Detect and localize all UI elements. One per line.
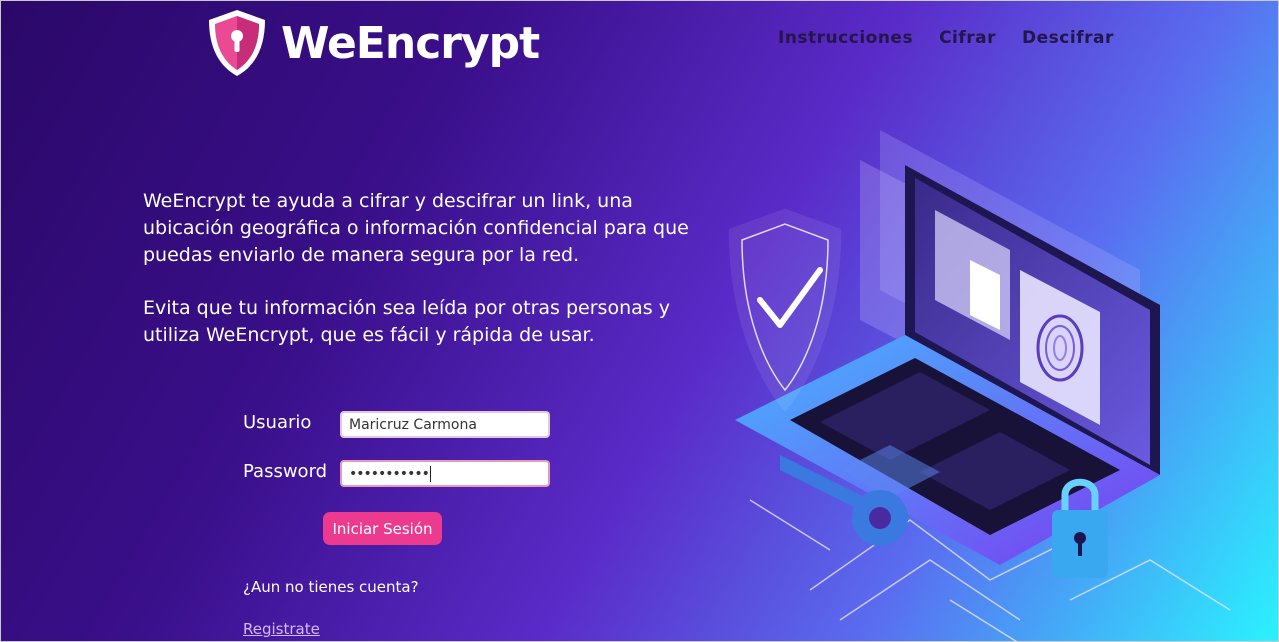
shield-keyhole-icon <box>209 10 265 76</box>
register-link[interactable]: Registrate <box>243 620 320 638</box>
nav-item-descifrar[interactable]: Descifrar <box>1022 28 1114 48</box>
password-input-value: ••••••••••• <box>349 465 430 482</box>
nav-item-cifrar[interactable]: Cifrar <box>939 28 996 48</box>
text-caret <box>429 465 431 482</box>
nav-item-instrucciones[interactable]: Instrucciones <box>778 28 913 48</box>
user-label: Usuario <box>243 412 312 433</box>
intro-text: WeEncrypt te ayuda a cifrar y descifrar … <box>143 188 703 349</box>
intro-paragraph-1: WeEncrypt te ayuda a cifrar y descifrar … <box>143 190 689 266</box>
brand-name: WeEncrypt <box>281 17 540 69</box>
laptop-security-illustration <box>728 130 1231 642</box>
intro-paragraph-2: Evita que tu información sea leída por o… <box>143 297 670 346</box>
no-account-text: ¿Aun no tienes cuenta? <box>243 578 419 596</box>
password-input[interactable]: ••••••••••• <box>340 460 550 487</box>
login-button[interactable]: Iniciar Sesión <box>323 512 442 545</box>
brand-logo[interactable]: WeEncrypt <box>205 8 540 78</box>
password-label: Password <box>243 461 328 482</box>
top-nav: Instrucciones Cifrar Descifrar <box>778 28 1114 48</box>
user-input[interactable]: Maricruz Carmona <box>340 411 550 438</box>
user-input-value: Maricruz Carmona <box>349 416 477 433</box>
